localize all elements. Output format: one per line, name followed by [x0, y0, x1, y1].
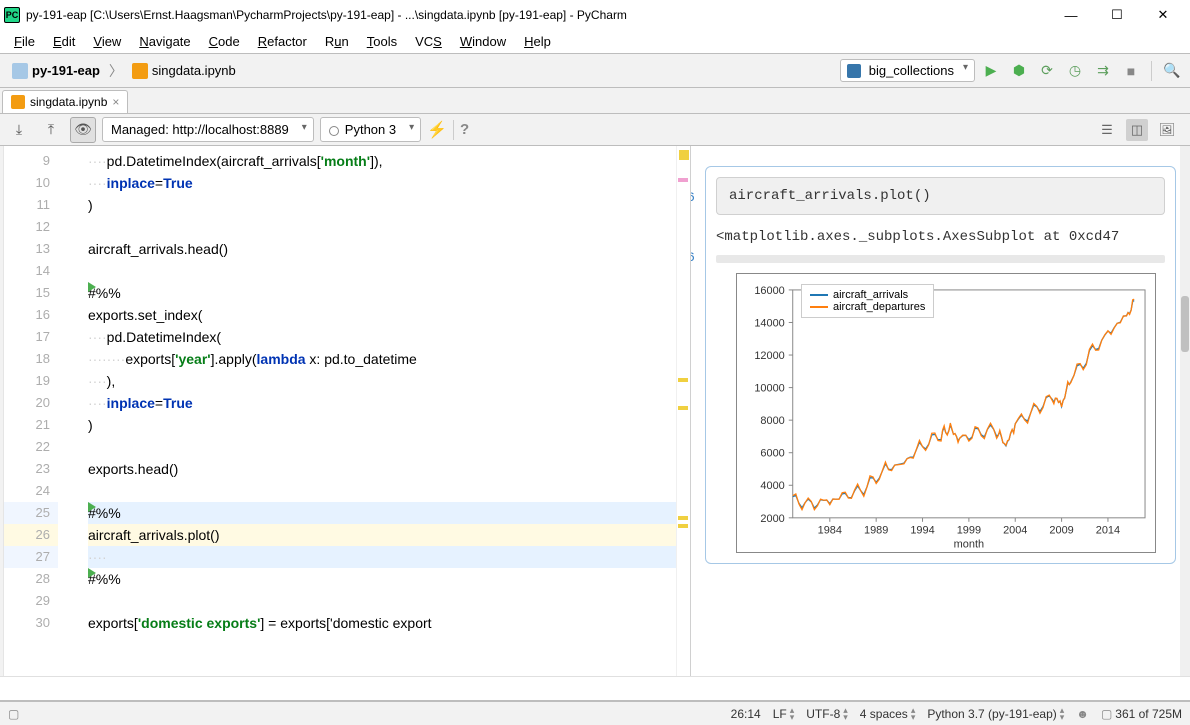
encoding[interactable]: UTF-8▴▾: [806, 707, 848, 721]
svg-text:1984: 1984: [818, 525, 842, 537]
preview-toggle-icon[interactable]: 👁: [70, 117, 96, 143]
menu-code[interactable]: Code: [201, 32, 248, 51]
breadcrumb-project[interactable]: py-191-eap: [6, 61, 106, 81]
cell-in-number: 6: [690, 190, 695, 205]
kernel-dropdown[interactable]: Python 3: [320, 117, 421, 142]
window-titlebar: PC py-191-eap [C:\Users\Ernst.Haagsman\P…: [0, 0, 1190, 30]
svg-text:1989: 1989: [864, 525, 888, 537]
svg-text:16000: 16000: [754, 285, 784, 297]
search-button[interactable]: 🔍: [1160, 59, 1184, 83]
status-bar: ▢ 26:14 LF▴▾ UTF-8▴▾ 4 spaces▴▾ Python 3…: [0, 700, 1190, 725]
notebook-output-pane: 6 6 aircraft_arrivals.plot() <matplotlib…: [690, 146, 1190, 676]
menu-file[interactable]: FFileile: [6, 32, 43, 51]
output-code-block: aircraft_arrivals.plot(): [716, 177, 1165, 215]
marker-strip: [676, 146, 690, 676]
svg-text:4000: 4000: [760, 480, 784, 492]
menu-view[interactable]: View: [85, 32, 129, 51]
help-icon[interactable]: ?: [460, 121, 469, 138]
memory-indicator[interactable]: ▢ 361 of 725M: [1101, 707, 1182, 721]
output-scrollbar[interactable]: [1180, 146, 1190, 676]
trusted-icon[interactable]: ⚡: [427, 120, 447, 140]
code-editor[interactable]: 9101112131415161718192021222324252627282…: [4, 146, 690, 676]
menu-help[interactable]: Help: [516, 32, 559, 51]
output-repr-text: <matplotlib.axes._subplots.AxesSubplot a…: [716, 229, 1165, 245]
debug-button[interactable]: ⬢: [1007, 59, 1031, 83]
stop-button: ■: [1119, 59, 1143, 83]
close-button[interactable]: ✕: [1140, 1, 1186, 29]
close-tab-icon[interactable]: ×: [112, 95, 119, 109]
minimize-button[interactable]: —: [1048, 1, 1094, 29]
menu-window[interactable]: Window: [452, 32, 514, 51]
folder-icon: [12, 63, 28, 79]
chart-legend: aircraft_arrivalsaircraft_departures: [801, 284, 934, 318]
editor-tabs: singdata.ipynb ×: [0, 88, 1190, 114]
menu-vcs[interactable]: VCS: [407, 32, 450, 51]
run-configuration-dropdown[interactable]: big_collections: [840, 59, 975, 82]
python-interpreter[interactable]: Python 3.7 (py-191-eap)▴▾: [927, 707, 1064, 721]
svg-text:2009: 2009: [1049, 525, 1073, 537]
maximize-button[interactable]: ☐: [1094, 1, 1140, 29]
output-divider: [716, 255, 1165, 263]
profile-button[interactable]: ◷: [1063, 59, 1087, 83]
main-content: 9101112131415161718192021222324252627282…: [0, 146, 1190, 676]
svg-text:14000: 14000: [754, 317, 784, 329]
app-icon: PC: [4, 7, 20, 23]
code-area[interactable]: ····pd.DatetimeIndex(aircraft_arrivals['…: [78, 146, 676, 676]
svg-text:2000: 2000: [760, 513, 784, 525]
editor-tab-label: singdata.ipynb: [30, 95, 107, 109]
cursor-position[interactable]: 26:14: [731, 707, 761, 721]
svg-text:1994: 1994: [910, 525, 934, 537]
svg-text:8000: 8000: [760, 415, 784, 427]
concurrency-button[interactable]: ⇉: [1091, 59, 1115, 83]
output-chart: 2000 4000 6000 8000 10000 12000 14000 16000 1984…: [736, 273, 1156, 553]
output-cell: aircraft_arrivals.plot() <matplotlib.axe…: [705, 166, 1176, 564]
tool-window-icon[interactable]: ▢: [8, 707, 19, 721]
breadcrumb-separator: 〉: [106, 61, 126, 81]
jupyter-server-dropdown[interactable]: Managed: http://localhost:8889: [102, 117, 314, 142]
notebook-file-icon: [11, 95, 25, 109]
scrollbar-thumb[interactable]: [1181, 296, 1189, 352]
menu-navigate[interactable]: Navigate: [131, 32, 198, 51]
indent[interactable]: 4 spaces▴▾: [860, 707, 916, 721]
menu-edit[interactable]: Edit: [45, 32, 83, 51]
split-view-icon[interactable]: ◫: [1126, 119, 1148, 141]
svg-text:month: month: [954, 539, 984, 551]
svg-text:2014: 2014: [1096, 525, 1120, 537]
coverage-button[interactable]: ⟳: [1035, 59, 1059, 83]
window-title: py-191-eap [C:\Users\Ernst.Haagsman\Pych…: [26, 8, 627, 22]
run-cell-down-icon[interactable]: ⤓: [6, 117, 32, 143]
svg-text:10000: 10000: [754, 383, 784, 395]
menu-bar: FFileile Edit View Navigate Code Refacto…: [0, 30, 1190, 54]
svg-text:6000: 6000: [760, 448, 784, 460]
line-separator[interactable]: LF▴▾: [773, 707, 795, 721]
menu-run[interactable]: Run: [317, 32, 357, 51]
run-gutter: [58, 146, 78, 676]
svg-text:2004: 2004: [1003, 525, 1027, 537]
notebook-toolbar: ⤓ ⤒ 👁 Managed: http://localhost:8889 Pyt…: [0, 114, 1190, 146]
svg-text:1999: 1999: [957, 525, 981, 537]
menu-refactor[interactable]: Refactor: [250, 32, 315, 51]
code-view-icon[interactable]: ☰: [1096, 119, 1118, 141]
navigation-bar: py-191-eap 〉 singdata.ipynb big_collecti…: [0, 54, 1190, 88]
run-button[interactable]: ▶: [979, 59, 1003, 83]
breadcrumb-file[interactable]: singdata.ipynb: [126, 61, 242, 81]
notebook-file-icon: [132, 63, 148, 79]
run-cell-up-icon[interactable]: ⤒: [38, 117, 64, 143]
preview-view-icon[interactable]: 🖼: [1156, 119, 1178, 141]
editor-tab[interactable]: singdata.ipynb ×: [2, 90, 128, 113]
svg-text:12000: 12000: [754, 350, 784, 362]
line-gutter: 9101112131415161718192021222324252627282…: [4, 146, 58, 676]
menu-tools[interactable]: Tools: [359, 32, 405, 51]
cell-out-number: 6: [690, 250, 695, 265]
inspector-icon[interactable]: ☻: [1076, 707, 1089, 721]
bottom-drawer: [0, 676, 1190, 700]
